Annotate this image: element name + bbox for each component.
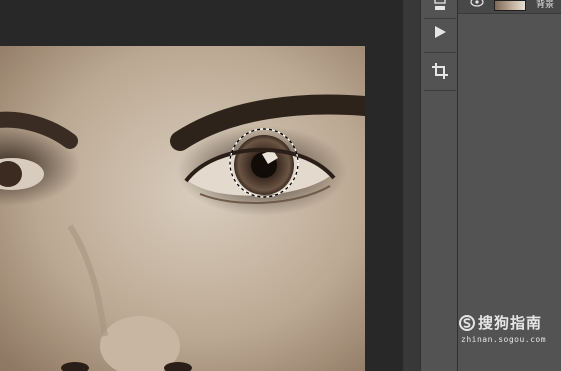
panel-toolstrip — [420, 0, 458, 371]
document-canvas[interactable] — [0, 46, 365, 371]
layer-comps-icon — [434, 0, 446, 10]
crop-button[interactable] — [421, 60, 459, 82]
watermark-logo: 搜狗指南 — [459, 312, 546, 333]
layer-thumbnail — [494, 0, 526, 11]
face-closeup-photo — [0, 46, 365, 371]
eye-visibility-icon[interactable] — [470, 0, 484, 10]
toolstrip-divider — [424, 90, 456, 91]
panel-separator — [403, 0, 420, 371]
layer-comps-button[interactable] — [421, 0, 459, 14]
play-icon — [435, 26, 446, 38]
play-action-button[interactable] — [421, 22, 459, 42]
sogou-logo-icon — [459, 314, 475, 331]
watermark-url: zhinan.sogou.com — [461, 335, 547, 344]
watermark-brand: 搜狗指南 — [478, 314, 543, 332]
layer-row-background[interactable]: 背景 — [458, 0, 561, 14]
watermark: 搜狗指南 zhinan.sogou.com — [459, 312, 546, 344]
toolstrip-divider — [424, 52, 456, 53]
crop-icon — [432, 63, 448, 79]
toolstrip-divider — [424, 18, 456, 19]
layer-name: 背景 — [536, 0, 555, 10]
